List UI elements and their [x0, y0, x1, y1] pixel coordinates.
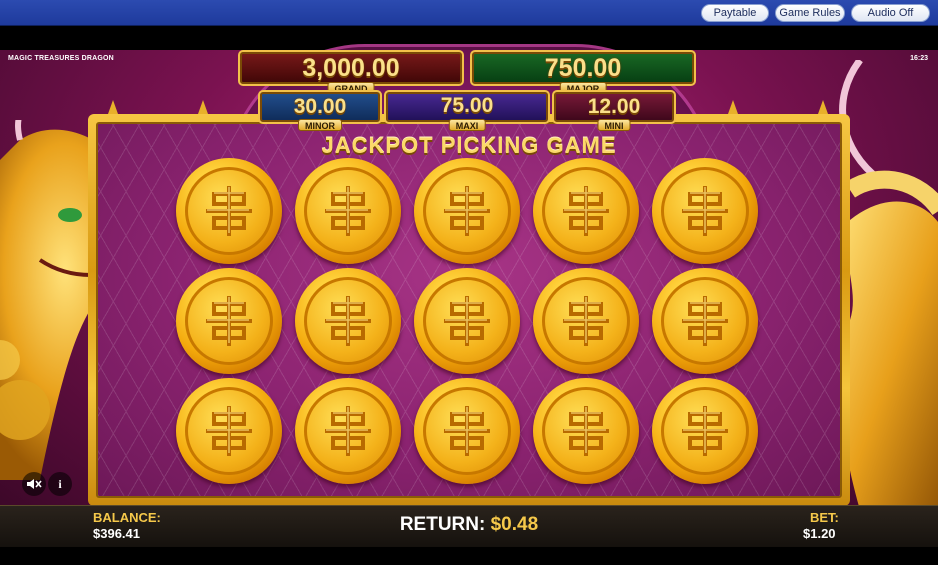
coin-motif [325, 406, 371, 456]
frame-spike [818, 100, 828, 114]
pick-coin[interactable] [295, 268, 401, 374]
jackpot-maxi-label: MAXI [448, 119, 486, 131]
bet-value: $1.20 [803, 526, 836, 541]
jackpot-minor-label: MINOR [298, 119, 342, 131]
jackpot-minor-value: 30.00 [293, 95, 347, 118]
jackpot-major: 750.00 MAJOR [470, 50, 696, 94]
coin-motif [563, 406, 609, 456]
pick-coin[interactable] [652, 158, 758, 264]
coin-motif [682, 186, 728, 236]
top-toolbar: Paytable Game Rules Audio Off [0, 0, 938, 26]
pick-coin[interactable] [176, 268, 282, 374]
return-label: RETURN: [399, 514, 486, 535]
coin-motif [682, 296, 728, 346]
jackpot-maxi: 75.00 MAXI [384, 90, 550, 131]
coin-motif [206, 296, 252, 346]
status-bar: BALANCE: $396.41 RETURN: $0.48 BET: $1.2… [0, 505, 938, 547]
audio-off-button[interactable]: Audio Off [851, 4, 930, 22]
frame-spike [198, 100, 208, 114]
coin-motif [444, 296, 490, 346]
picking-game-heading: JACKPOT PICKING GAME [321, 133, 617, 158]
bet-label: BET: [810, 510, 839, 525]
frame-spike [108, 100, 118, 114]
jackpot-mini-value: 12.00 [587, 95, 641, 118]
pick-coin[interactable] [533, 378, 639, 484]
jackpot-maxi-value: 75.00 [440, 94, 494, 117]
pick-coin[interactable] [295, 378, 401, 484]
speaker-muted-icon[interactable] [22, 472, 46, 496]
coin-motif [444, 186, 490, 236]
pick-coin[interactable] [414, 158, 520, 264]
coin-motif [206, 406, 252, 456]
clock: 16:23 [910, 55, 928, 62]
jackpot-mini: 12.00 MINI [552, 90, 676, 131]
return-display: RETURN: $0.48 [0, 514, 938, 536]
jackpot-major-value: 750.00 [544, 54, 622, 82]
coin-motif [325, 296, 371, 346]
coin-motif [325, 186, 371, 236]
game-rules-button[interactable]: Game Rules [775, 4, 845, 22]
pick-coin[interactable] [176, 158, 282, 264]
game-title: MAGIC TREASURES DRAGON [8, 55, 114, 62]
paytable-button[interactable]: Paytable [701, 4, 769, 22]
jackpot-grand-value: 3,000.00 [302, 54, 400, 82]
pick-coin[interactable] [533, 158, 639, 264]
coin-motif [682, 406, 728, 456]
pick-coin[interactable] [652, 378, 758, 484]
coin-motif [563, 296, 609, 346]
coin-motif [206, 186, 252, 236]
pick-coin[interactable] [652, 268, 758, 374]
pick-coin[interactable] [176, 378, 282, 484]
game-window: Paytable Game Rules Audio Off MAGIC TREA… [0, 0, 938, 565]
info-icon[interactable]: i [48, 472, 72, 496]
pick-coin[interactable] [414, 378, 520, 484]
pick-coin[interactable] [533, 268, 639, 374]
speaker-muted-icon-glyph [27, 479, 42, 489]
pick-coin[interactable] [414, 268, 520, 374]
coin-motif [444, 406, 490, 456]
return-value: $0.48 [490, 514, 539, 535]
jackpot-minor: 30.00 MINOR [258, 90, 382, 131]
coin-motif [563, 186, 609, 236]
jackpot-mini-label: MINI [597, 119, 631, 131]
jackpot-grand: 3,000.00 GRAND [238, 50, 464, 94]
letterbox-bottom [0, 547, 938, 565]
pick-coin[interactable] [295, 158, 401, 264]
frame-spike [728, 100, 738, 114]
